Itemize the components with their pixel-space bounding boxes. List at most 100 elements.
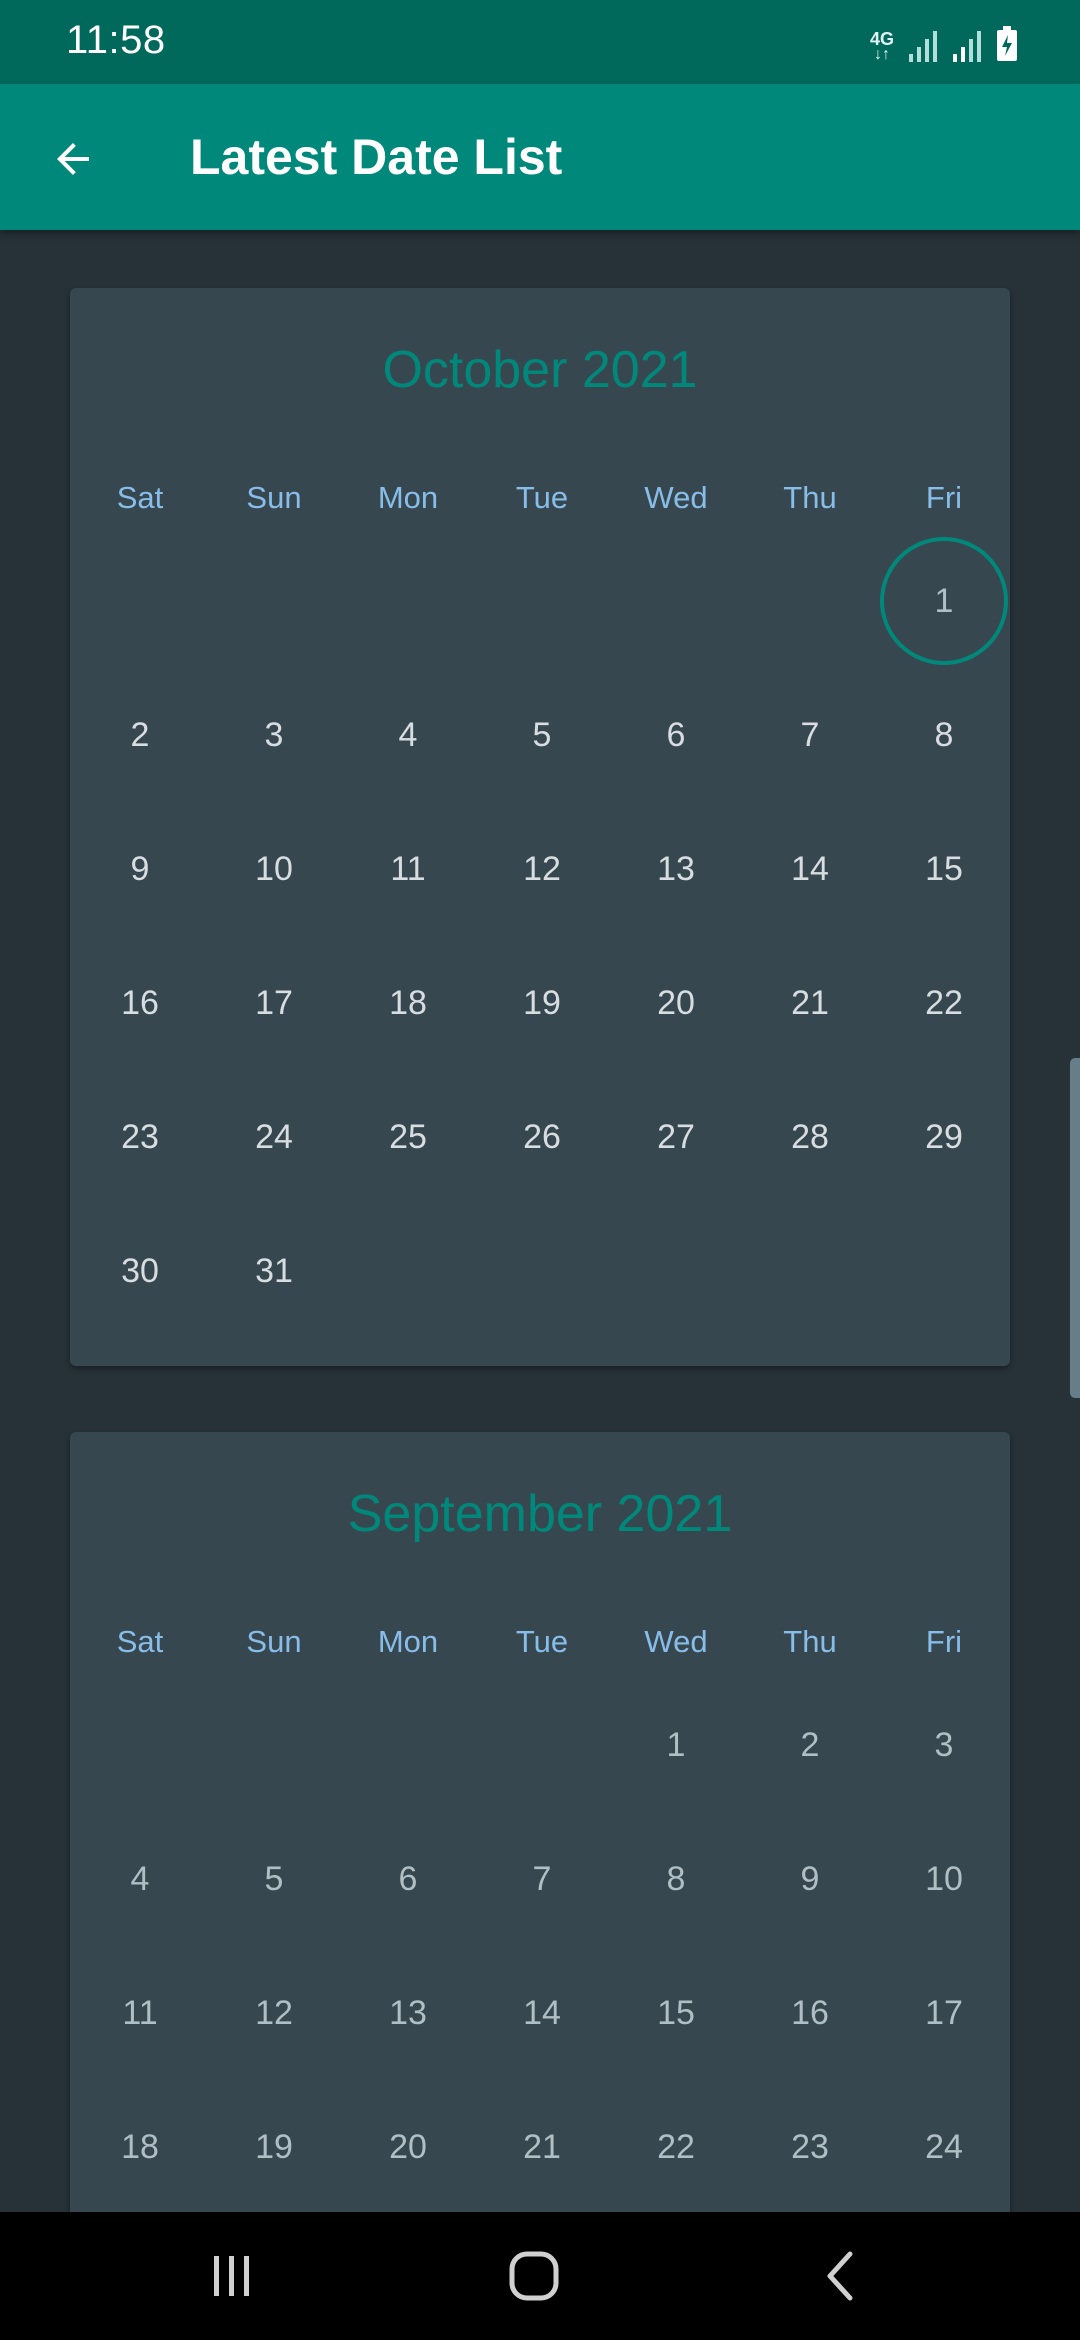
nav-back-button[interactable] [800, 2246, 880, 2306]
day-cell[interactable]: 26 [475, 1070, 609, 1204]
day-cell[interactable]: 23 [73, 1070, 207, 1204]
day-cell[interactable]: 2 [743, 1678, 877, 1812]
day-cell[interactable]: 11 [73, 1946, 207, 2080]
day-cell[interactable]: 9 [73, 802, 207, 936]
day-number: 29 [925, 1117, 963, 1156]
day-number: 14 [791, 849, 829, 888]
day-cell[interactable]: 6 [609, 668, 743, 802]
day-number: 26 [523, 1117, 561, 1156]
day-cell[interactable]: 20 [609, 936, 743, 1070]
day-number: 12 [523, 849, 561, 888]
empty-day-cell [877, 1204, 1011, 1338]
day-cell[interactable]: 9 [743, 1812, 877, 1946]
page-title: Latest Date List [190, 129, 563, 185]
day-number: 12 [255, 1993, 293, 2032]
day-cell[interactable]: 30 [73, 1204, 207, 1338]
day-number: 4 [398, 715, 418, 754]
day-cell[interactable]: 24 [877, 2080, 1011, 2212]
day-cell[interactable]: 2 [73, 668, 207, 802]
day-cell[interactable]: 10 [207, 802, 341, 936]
day-cell[interactable]: 17 [877, 1946, 1011, 2080]
recent-apps-button[interactable] [192, 2246, 272, 2306]
day-number: 22 [657, 2127, 695, 2166]
day-cell[interactable]: 22 [609, 2080, 743, 2212]
day-cell[interactable]: 25 [341, 1070, 475, 1204]
day-cell[interactable]: 18 [341, 936, 475, 1070]
app-bar: Latest Date List [0, 84, 1080, 230]
day-cell[interactable]: 15 [877, 802, 1011, 936]
battery-charging-icon [997, 26, 1017, 61]
empty-day-cell [475, 1678, 609, 1812]
selected-day-cell[interactable]: 1 [877, 534, 1011, 668]
network-arrows: ↓↑ [873, 46, 890, 63]
day-cell[interactable]: 29 [877, 1070, 1011, 1204]
day-cell[interactable]: 16 [743, 1946, 877, 2080]
day-cell[interactable]: 20 [341, 2080, 475, 2212]
day-number: 19 [523, 983, 561, 1022]
day-cell[interactable]: 12 [207, 1946, 341, 2080]
day-cell[interactable]: 21 [743, 936, 877, 1070]
scrollbar[interactable] [1070, 1058, 1080, 1398]
day-cell[interactable]: 21 [475, 2080, 609, 2212]
day-cell[interactable]: 5 [475, 668, 609, 802]
day-cell[interactable]: 31 [207, 1204, 341, 1338]
day-cell[interactable]: 15 [609, 1946, 743, 2080]
day-cell[interactable]: 14 [475, 1946, 609, 2080]
day-cell[interactable]: 3 [207, 668, 341, 802]
empty-day-cell [73, 534, 207, 668]
empty-day-cell [207, 534, 341, 668]
day-number: 8 [934, 715, 954, 754]
day-cell[interactable]: 6 [341, 1812, 475, 1946]
day-cell[interactable]: 18 [73, 2080, 207, 2212]
day-cell[interactable]: 4 [341, 668, 475, 802]
day-cell[interactable]: 4 [73, 1812, 207, 1946]
home-button[interactable] [494, 2246, 574, 2306]
day-cell[interactable]: 7 [475, 1812, 609, 1946]
month-list[interactable]: October 2021 Sat Sun Mon Tue Wed Thu Fri… [0, 230, 1080, 2212]
weekday-label: Mon [377, 1624, 439, 1659]
day-cell[interactable]: 10 [877, 1812, 1011, 1946]
day-cell[interactable]: 28 [743, 1070, 877, 1204]
day-cell[interactable]: 19 [207, 2080, 341, 2212]
day-cell[interactable]: 27 [609, 1070, 743, 1204]
day-cell[interactable]: 12 [475, 802, 609, 936]
empty-day-cell [475, 534, 609, 668]
day-cell[interactable]: 8 [877, 668, 1011, 802]
empty-day-cell [341, 1678, 475, 1812]
weekday-label: Fri [925, 480, 963, 515]
day-cell[interactable]: 19 [475, 936, 609, 1070]
day-number: 8 [666, 1859, 686, 1898]
day-cell[interactable]: 22 [877, 936, 1011, 1070]
nav-back-icon [827, 2251, 853, 2301]
days-grid: 1 2 3 4 5 6 7 8 9 10 11 12 13 14 15 16 17 18 19 20 21 22 23 24 2… [73, 534, 1011, 1338]
day-cell[interactable]: 11 [341, 802, 475, 936]
day-number: 11 [390, 849, 426, 888]
day-cell[interactable]: 16 [73, 936, 207, 1070]
day-cell[interactable]: 5 [207, 1812, 341, 1946]
weekday-label: Thu [783, 480, 837, 515]
day-cell[interactable]: 17 [207, 936, 341, 1070]
day-cell[interactable]: 14 [743, 802, 877, 936]
weekday-label: Tue [515, 480, 569, 515]
day-cell[interactable]: 23 [743, 2080, 877, 2212]
day-cell[interactable]: 1 [609, 1678, 743, 1812]
day-number: 20 [389, 2127, 427, 2166]
day-cell[interactable]: 24 [207, 1070, 341, 1204]
day-cell[interactable]: 3 [877, 1678, 1011, 1812]
empty-day-cell [341, 1204, 475, 1338]
day-number: 15 [925, 849, 963, 888]
recent-apps-icon [214, 2256, 249, 2296]
weekday-label: Wed [644, 480, 708, 515]
network-type-indicator: 4G ↓↑ [870, 30, 894, 63]
day-cell[interactable]: 13 [609, 802, 743, 936]
day-cell[interactable]: 13 [341, 1946, 475, 2080]
status-time: 11:58 [66, 18, 166, 62]
empty-day-cell [609, 1204, 743, 1338]
empty-day-cell [341, 534, 475, 668]
day-number: 10 [255, 849, 293, 888]
day-cell[interactable]: 8 [609, 1812, 743, 1946]
back-button[interactable] [38, 124, 108, 194]
month-card-september: September 2021 Sat Sun Mon Tue Wed Thu F… [70, 1432, 1010, 2212]
day-number: 6 [398, 1859, 418, 1898]
day-cell[interactable]: 7 [743, 668, 877, 802]
